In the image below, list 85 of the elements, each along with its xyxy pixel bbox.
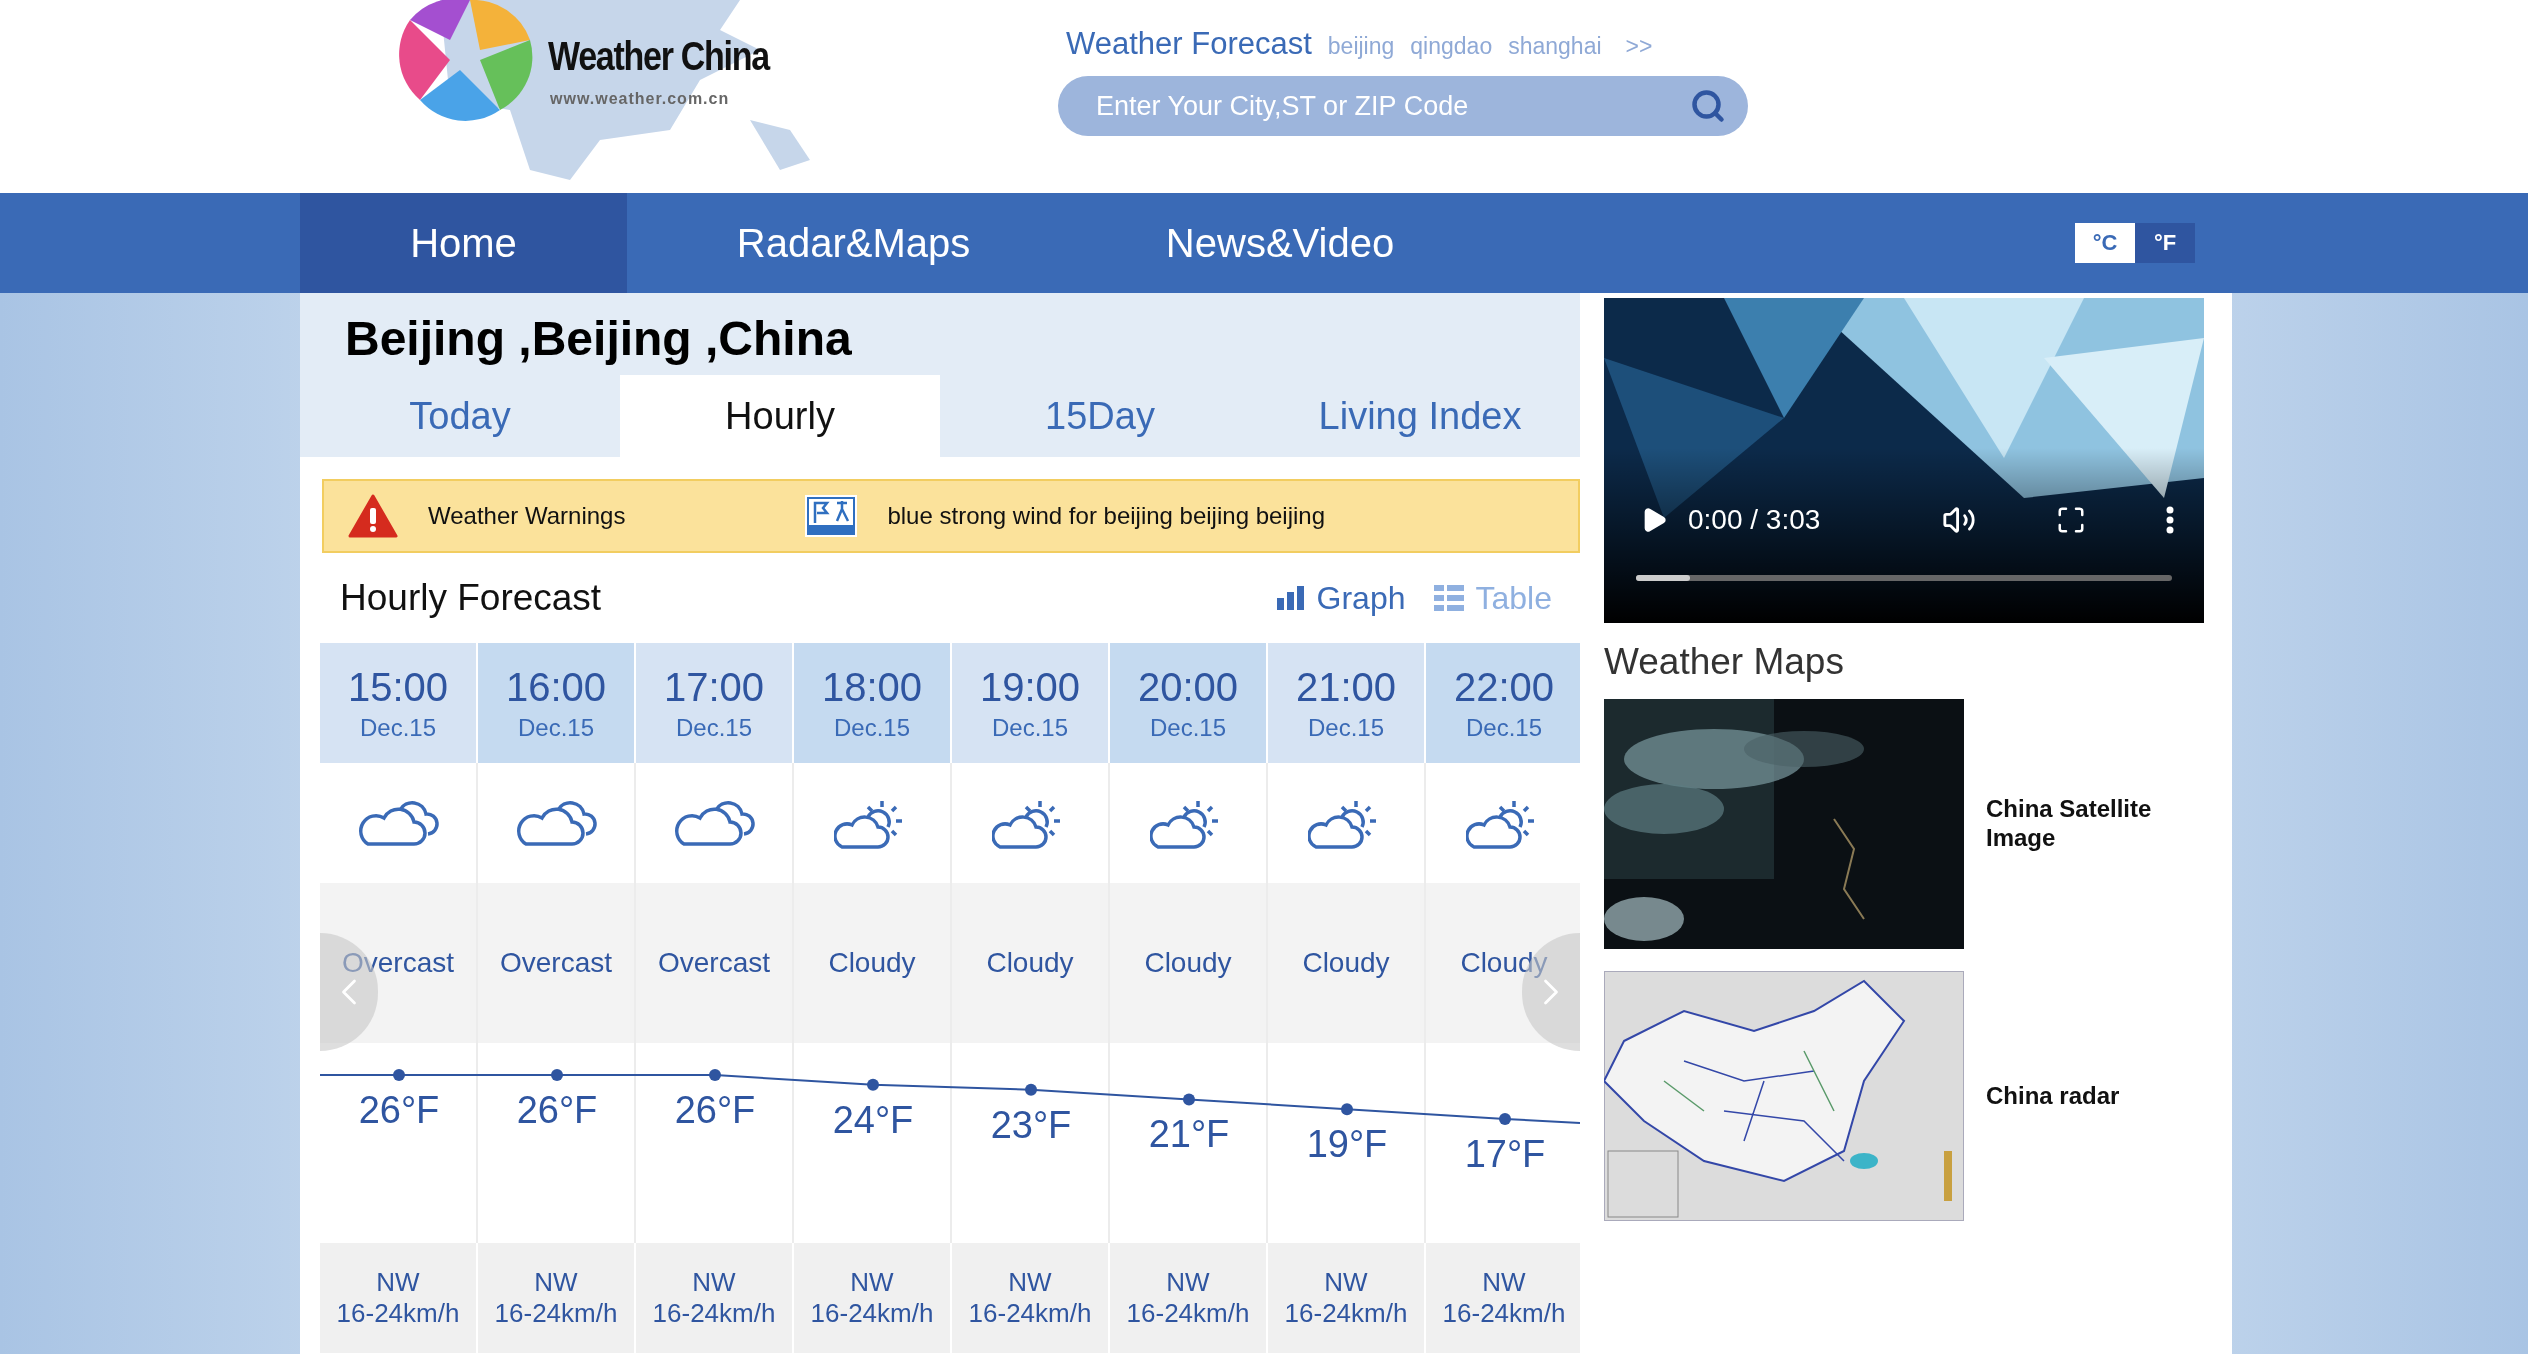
fullscreen-button[interactable] [2056,505,2086,535]
condition-text: Cloudy [1144,947,1232,979]
hour-date: Dec.15 [517,713,594,742]
view-toggle[interactable]: Graph [1276,579,1406,617]
wind-direction: NW [1166,1266,1210,1298]
section-title: Hourly Forecast [340,577,603,619]
forecast-label: Weather Forecast [1066,26,1312,62]
hour-time: 20:00 [1137,664,1239,710]
wind-speed: 16-24km/h [652,1298,776,1330]
hour-time: 16:00 [505,664,607,710]
cloud-icon [672,798,756,848]
wind-speed: 16-24km/h [968,1298,1092,1330]
fullscreen-icon [2056,505,2086,535]
temperature-label: 24°F [832,1098,914,1143]
hour-date: Dec.15 [833,713,910,742]
hour-date: Dec.15 [359,713,436,742]
temperature-label: 21°F [1148,1113,1230,1158]
cloud-icon [356,798,440,848]
temperature-label: 26°F [358,1089,440,1133]
temperature-label: 26°F [674,1089,756,1133]
video-player[interactable]: 0:00 / 3:03 [1604,298,2204,623]
hour-time: 17:00 [663,664,765,710]
logo-name: Weather China [548,34,769,79]
forecast-tab[interactable]: Living Index [1260,375,1580,457]
condition-text: Cloudy [828,947,916,979]
search-field[interactable]: Enter Your City,ST or ZIP Code [1058,76,1748,136]
condition-text: Cloudy [1460,947,1548,979]
unit-toggle[interactable]: °F [2135,223,2195,263]
wind-direction: NW [850,1266,894,1298]
wind-speed: 16-24km/h [494,1298,618,1330]
hour-date: Dec.15 [1307,713,1384,742]
more-icon [2166,506,2174,534]
location-title: Beijing ,Beijing ,China [344,310,853,367]
wind-speed: 16-24km/h [810,1298,934,1330]
condition-text: Overcast [342,947,454,979]
condition-text: Cloudy [1302,947,1390,979]
wind-direction: NW [1482,1266,1526,1298]
wind-speed: 16-24km/h [1284,1298,1408,1330]
hour-time: 22:00 [1453,664,1555,710]
temperature-label: 19°F [1306,1123,1388,1168]
logo-url: www.weather.com.cn [550,90,730,108]
hour-date: Dec.15 [1465,713,1542,742]
temperature-label: 17°F [1464,1133,1546,1176]
map-caption[interactable]: China radar [1986,1081,2186,1111]
hour-time: 18:00 [821,664,923,710]
condition-text: Overcast [658,947,770,979]
forecast-tab[interactable]: 15Day [940,375,1260,457]
video-time: 0:00 / 3:03 [1688,504,1822,536]
wind-direction: NW [534,1266,578,1298]
hour-date: Dec.15 [675,713,752,742]
search-icon[interactable] [1690,88,1726,124]
wind-speed: 16-24km/h [1126,1298,1250,1330]
nav-item[interactable]: News&Video [1080,193,1480,293]
wind-direction: NW [376,1266,420,1298]
nav-item[interactable]: Home [300,193,627,293]
wind-direction: NW [1324,1266,1368,1298]
condition-text: Overcast [500,947,612,979]
nav-item[interactable]: Radar&Maps [627,193,1080,293]
hour-date: Dec.15 [1149,713,1226,742]
hour-time: 19:00 [979,664,1081,710]
section-title: Weather Maps [1604,641,1845,683]
bar-chart-icon [1276,586,1305,610]
temperature-label: 23°F [990,1103,1072,1148]
cloud-icon [514,798,598,848]
condition-text: Cloudy [986,947,1074,979]
forecast-tab[interactable]: Hourly [620,375,940,457]
progress-track[interactable] [1636,575,2172,581]
warning-message: blue strong wind for beijing beijing beijing [887,502,1326,530]
wind-speed: 16-24km/h [336,1298,460,1330]
search-input[interactable]: Enter Your City,ST or ZIP Code [1094,89,1690,123]
wind-speed: 16-24km/h [1442,1298,1566,1330]
hour-time: 15:00 [347,664,449,710]
more-button[interactable] [2166,506,2174,534]
wind-direction: NW [1008,1266,1052,1298]
temperature-label: 26°F [516,1089,598,1133]
wind-warning-icon [805,495,858,537]
hour-time: 21:00 [1295,664,1397,710]
hour-date: Dec.15 [991,713,1068,742]
warning-icon [348,494,398,538]
unit-toggle[interactable]: °C [2075,223,2135,263]
warning-label: Weather Warnings [428,502,626,530]
forecast-tab[interactable]: Today [300,375,620,457]
wind-direction: NW [692,1266,736,1298]
list-icon [1433,585,1464,611]
map-caption[interactable]: China Satellite Image [1986,795,2186,853]
